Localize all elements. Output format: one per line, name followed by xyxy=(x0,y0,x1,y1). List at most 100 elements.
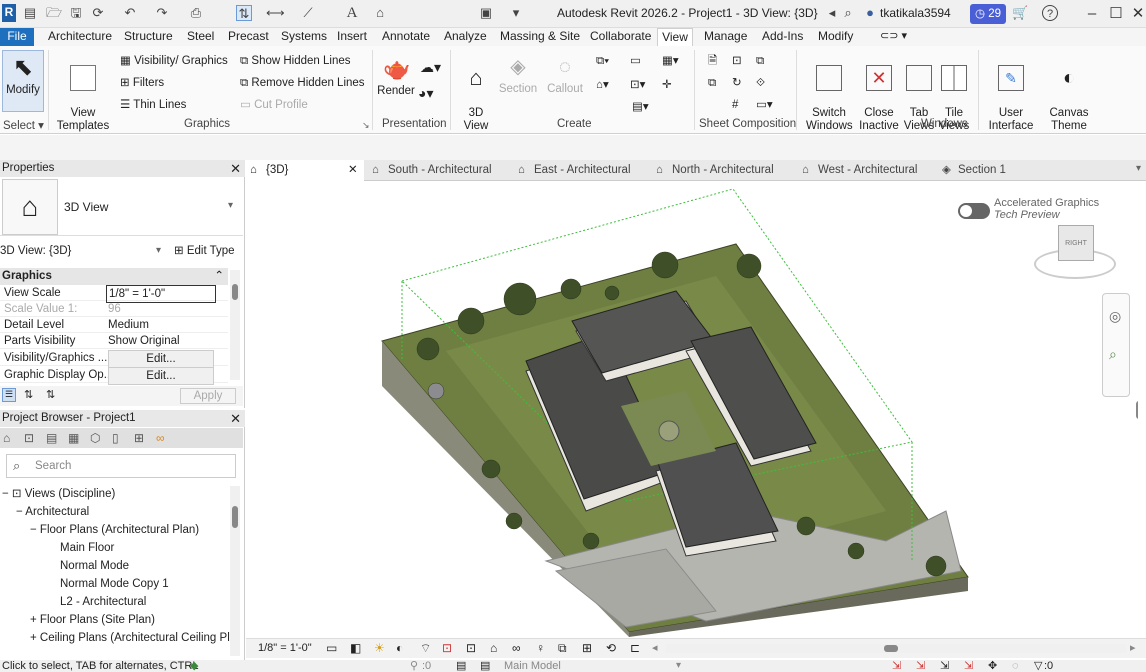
type-selector[interactable]: ⌂ 3D View ▾ xyxy=(0,178,243,236)
highlight-displacement-icon[interactable]: ⟲ xyxy=(606,641,616,655)
maximize-button[interactable]: ☐ xyxy=(1104,3,1128,25)
revisions-button[interactable]: ↻ xyxy=(732,76,742,90)
drafting-view-button[interactable]: ▭ xyxy=(630,54,641,68)
section-button[interactable]: ◈ Section xyxy=(498,54,538,96)
tree-item-floor-plans-site[interactable]: + Floor Plans (Site Plan) xyxy=(30,612,155,628)
filters-button[interactable]: ⊞ Filters xyxy=(120,76,164,90)
ribbon-display-toggle-icon[interactable]: ⊂⊃ ▾ xyxy=(880,28,907,46)
tree-item-ceiling-plans[interactable]: + Ceiling Plans (Architectural Ceiling P… xyxy=(30,630,236,646)
render-button[interactable]: 🫖 Render xyxy=(376,56,416,98)
sheets-icon[interactable]: ⬡ xyxy=(90,428,100,448)
rendering-dialog-icon[interactable]: ⌔ xyxy=(420,641,431,656)
categorized-icon[interactable]: ☰ xyxy=(2,388,16,402)
scroll-thumb[interactable] xyxy=(884,645,898,652)
user-interface-button[interactable]: ✎ User Interface xyxy=(984,52,1038,133)
legends-icon[interactable]: ▤ xyxy=(46,428,57,448)
select-panel-label[interactable]: Select ▾ xyxy=(3,118,44,132)
shadows-icon[interactable]: ◐ xyxy=(396,641,403,655)
canvas-theme-button[interactable]: ◐ Canvas Theme xyxy=(1044,52,1094,133)
tab-view[interactable]: View xyxy=(657,28,693,46)
graphics-section-header[interactable]: Graphics ⌃ xyxy=(0,268,228,285)
viewports-button[interactable]: ▭▾ xyxy=(756,98,773,112)
minimize-button[interactable]: – xyxy=(1080,3,1104,25)
customize-qat-icon[interactable]: ▾ xyxy=(508,5,524,21)
tag-icon[interactable]: ⟋ xyxy=(300,5,316,21)
schedules-icon[interactable]: ▦ xyxy=(68,428,79,448)
canvas-vertical-scrollbar[interactable] xyxy=(1136,401,1138,419)
view-tab-3d[interactable]: ⌂ {3D} ✕ xyxy=(246,160,364,181)
plan-views-button[interactable]: ⧉▾ xyxy=(596,54,609,68)
tab-steel[interactable]: Steel xyxy=(187,28,214,46)
default-3d-icon[interactable]: ⌂ xyxy=(372,5,388,21)
view-scale-control[interactable]: 1/8" = 1'-0" xyxy=(258,642,312,654)
info-center-arrow-icon[interactable]: ◂ xyxy=(824,5,840,21)
tab-overflow-icon[interactable]: ▾ xyxy=(1136,163,1141,174)
revit-logo-icon[interactable]: R xyxy=(2,4,16,22)
lock-3d-icon[interactable]: ⌂ xyxy=(490,641,497,655)
matchline-button[interactable]: ⧉ xyxy=(756,54,764,68)
reveal-constraints-icon[interactable]: ⊏ xyxy=(630,641,640,655)
render-gallery-button[interactable]: ☁▾ xyxy=(420,60,441,74)
tab-systems[interactable]: Systems xyxy=(281,28,327,46)
sun-path-icon[interactable]: ☀ xyxy=(374,641,385,655)
tab-insert[interactable]: Insert xyxy=(337,28,367,46)
zoom-icon[interactable]: ⌕ xyxy=(1109,346,1117,363)
scroll-thumb[interactable] xyxy=(232,284,238,300)
detail-level-icon[interactable]: ▭ xyxy=(326,641,337,655)
tab-collaborate[interactable]: Collaborate xyxy=(590,28,651,46)
navigation-bar[interactable]: ◎ ⌕ xyxy=(1102,293,1130,397)
view-templates-button[interactable]: View Templates xyxy=(56,52,110,133)
workset-icon[interactable]: ⚲ xyxy=(410,660,418,672)
tree-item-views[interactable]: − ⊡ Views (Discipline) xyxy=(2,486,115,502)
title-block-button[interactable]: ⧉ xyxy=(708,76,716,90)
steering-wheel-icon[interactable]: ◎ xyxy=(1109,308,1121,325)
graphics-dialog-launcher-icon[interactable]: ↘ xyxy=(362,120,370,131)
drawing-canvas[interactable]: Accelerated Graphics Tech Preview RIGHT … xyxy=(246,181,1138,637)
tab-structure[interactable]: Structure xyxy=(124,28,173,46)
aligned-dimension-icon[interactable]: ⟷ xyxy=(266,5,285,21)
cart-icon[interactable]: 🛒 xyxy=(1012,5,1028,21)
apply-button[interactable]: Apply xyxy=(180,388,236,404)
redo-icon[interactable]: ↷ xyxy=(154,5,170,21)
select-links-icon[interactable]: ⇲ xyxy=(892,660,901,672)
parts-visibility-field[interactable]: Show Original xyxy=(108,333,180,349)
instance-selector[interactable]: 3D View: {3D} ▾ xyxy=(0,242,166,260)
tab-massing-site[interactable]: Massing & Site xyxy=(500,28,580,46)
view-tab-east[interactable]: ⌂ East - Architectural xyxy=(514,160,646,181)
tab-precast[interactable]: Precast xyxy=(228,28,269,46)
active-model-dropdown[interactable]: Main Model xyxy=(504,660,561,672)
sheet-button[interactable]: 🗎 xyxy=(708,54,717,68)
families-icon[interactable]: ▯ xyxy=(112,428,119,448)
render-in-cloud-button[interactable]: ◕▾ xyxy=(418,86,433,100)
view-reference-button[interactable]: ⟐ xyxy=(756,76,765,90)
callout-button[interactable]: ◌ Callout xyxy=(544,54,586,96)
tab-analyze[interactable]: Analyze xyxy=(444,28,487,46)
tab-modify[interactable]: Modify xyxy=(818,28,853,46)
thin-lines-button[interactable]: ☰ Thin Lines xyxy=(120,98,186,112)
show-hidden-lines-button[interactable]: ⧉ Show Hidden Lines xyxy=(240,54,351,68)
help-icon[interactable]: ? xyxy=(1042,5,1058,21)
groups-icon[interactable]: ⊞ xyxy=(134,428,144,448)
filter-icon[interactable]: ▽ xyxy=(1034,660,1042,672)
measure-icon[interactable]: ⇅ xyxy=(236,5,252,21)
browser-scrollbar[interactable] xyxy=(230,486,240,656)
properties-scrollbar[interactable] xyxy=(230,270,240,380)
view-tab-south[interactable]: ⌂ South - Architectural xyxy=(368,160,508,181)
tab-annotate[interactable]: Annotate xyxy=(382,28,430,46)
sort-ascending-icon[interactable]: ⇅ xyxy=(24,388,33,401)
text-icon[interactable]: A xyxy=(344,5,360,21)
background-process-icon[interactable]: ◌ xyxy=(1012,660,1019,672)
user-icon[interactable]: ● xyxy=(862,5,878,21)
temporary-hide-icon[interactable]: ∞ xyxy=(512,641,521,655)
model-selector-icon[interactable]: ▤ xyxy=(480,660,490,672)
home-icon[interactable]: ▤ xyxy=(22,5,38,21)
drag-elements-icon[interactable]: ✥ xyxy=(988,660,997,672)
home-icon[interactable]: ⌂ xyxy=(3,428,10,448)
tab-file[interactable]: File xyxy=(0,28,34,46)
views-icon[interactable]: ⊡ xyxy=(24,428,34,448)
visual-style-icon[interactable]: ◧ xyxy=(350,641,361,655)
close-window-button[interactable]: ✕ xyxy=(1126,3,1146,25)
scroll-left-icon[interactable]: ◂ xyxy=(652,641,658,654)
sync-icon[interactable]: ⟳ xyxy=(90,5,106,21)
cut-profile-button[interactable]: ▭ Cut Profile xyxy=(240,98,308,112)
